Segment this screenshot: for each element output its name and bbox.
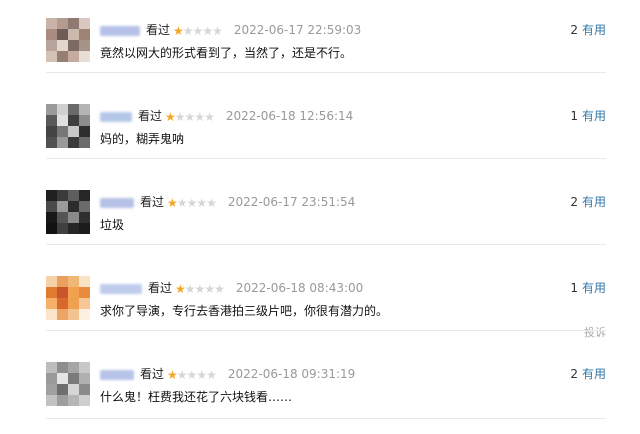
comment-text: 求你了导演，专行去香港拍三级片吧，你很有潜力的。 — [100, 304, 389, 318]
watch-status: 看过 — [146, 23, 171, 37]
star-empty-icon: ★ — [194, 110, 205, 124]
comment-text: 妈的，糊弄鬼呐 — [100, 132, 185, 146]
rating-stars: ★★★★★ — [167, 195, 217, 211]
watch-status: 看过 — [138, 109, 163, 123]
star-empty-icon: ★ — [206, 196, 217, 210]
star-empty-icon: ★ — [192, 24, 204, 38]
star-empty-icon: ★ — [196, 368, 207, 382]
vote-area: 2 有用 — [570, 22, 606, 38]
comment-text: 垃圾 — [100, 218, 125, 232]
comment-time: 2022-06-18 09:31:19 — [227, 367, 356, 381]
avatar[interactable] — [46, 362, 90, 406]
star-empty-icon: ★ — [194, 282, 206, 296]
comment-item: 看过 ★★★★★ 2022-06-18 12:56:14 1 有用 妈的，糊弄鬼呐 — [0, 90, 640, 176]
star-empty-icon: ★ — [186, 368, 198, 382]
vote-area: 2 有用 — [570, 366, 606, 382]
star-filled-icon: ★ — [167, 196, 178, 210]
vote-count: 2 — [570, 195, 578, 209]
star-empty-icon: ★ — [182, 24, 194, 38]
star-empty-icon: ★ — [214, 282, 225, 296]
vote-count: 1 — [570, 109, 578, 123]
username-link[interactable] — [100, 197, 134, 208]
star-empty-icon: ★ — [184, 110, 196, 124]
watch-status: 看过 — [140, 367, 165, 381]
vote-area: 1 有用 — [570, 280, 606, 296]
star-filled-icon: ★ — [173, 24, 184, 38]
comment-time: 2022-06-18 08:43:00 — [235, 281, 364, 295]
comment-item: 看过 ★★★★★ 2022-06-17 23:51:54 2 有用 垃圾 — [0, 176, 640, 262]
vote-area: 1 有用 — [570, 108, 606, 124]
avatar[interactable] — [46, 104, 90, 148]
username-link[interactable] — [100, 25, 140, 36]
comment-meta: 看过 ★★★★★ 2022-06-17 23:51:54 — [100, 194, 355, 210]
comment-text: 竟然以网大的形式看到了，当然了，还是不行。 — [100, 46, 353, 60]
comment-divider — [46, 330, 606, 331]
comment-time: 2022-06-17 22:59:03 — [233, 23, 362, 37]
comment-meta: 看过 ★★★★★ 2022-06-18 12:56:14 — [100, 108, 353, 124]
username-link[interactable] — [100, 111, 132, 122]
watch-status: 看过 — [148, 281, 173, 295]
rating-stars: ★★★★★ — [173, 23, 223, 39]
watch-status: 看过 — [140, 195, 165, 209]
star-filled-icon: ★ — [165, 110, 176, 124]
star-empty-icon: ★ — [204, 110, 215, 124]
comment-divider — [46, 244, 606, 245]
rating-stars: ★★★★★ — [165, 109, 215, 125]
star-empty-icon: ★ — [212, 24, 223, 38]
rating-stars: ★★★★★ — [175, 281, 225, 297]
comment-divider — [46, 72, 606, 73]
report-button[interactable]: 投诉 — [584, 324, 606, 340]
useful-button[interactable]: 有用 — [582, 195, 606, 209]
comment-item: 看过 ★★★★★ 2022-06-18 09:31:19 2 有用 什么鬼！枉费我还花了六… — [0, 348, 640, 434]
vote-count: 2 — [570, 23, 578, 37]
vote-count: 2 — [570, 367, 578, 381]
avatar[interactable] — [46, 276, 90, 320]
star-empty-icon: ★ — [196, 196, 207, 210]
star-empty-icon: ★ — [176, 196, 188, 210]
star-empty-icon: ★ — [206, 368, 217, 382]
star-empty-icon: ★ — [204, 282, 215, 296]
comment-time: 2022-06-18 12:56:14 — [225, 109, 354, 123]
comment-divider — [46, 418, 606, 419]
star-empty-icon: ★ — [202, 24, 213, 38]
username-link[interactable] — [100, 369, 134, 380]
comment-item: 看过 ★★★★★ 2022-06-17 22:59:03 2 有用 竟然以网大的形式看到了… — [0, 4, 640, 90]
comment-meta: 看过 ★★★★★ 2022-06-18 08:43:00 — [100, 280, 363, 296]
star-empty-icon: ★ — [174, 110, 186, 124]
useful-button[interactable]: 有用 — [582, 23, 606, 37]
comment-text: 什么鬼！枉费我还花了六块钱看…… — [100, 390, 293, 404]
vote-area: 2 有用 — [570, 194, 606, 210]
username-link[interactable] — [100, 283, 142, 294]
star-empty-icon: ★ — [176, 368, 188, 382]
comment-divider — [46, 158, 606, 159]
avatar[interactable] — [46, 18, 90, 62]
star-empty-icon: ★ — [184, 282, 196, 296]
comment-item: 看过 ★★★★★ 2022-06-18 08:43:00 1 有用 求你了导演，专行去香港… — [0, 262, 640, 348]
comment-meta: 看过 ★★★★★ 2022-06-17 22:59:03 — [100, 22, 361, 38]
useful-button[interactable]: 有用 — [582, 281, 606, 295]
useful-button[interactable]: 有用 — [582, 367, 606, 381]
avatar[interactable] — [46, 190, 90, 234]
star-empty-icon: ★ — [186, 196, 198, 210]
vote-count: 1 — [570, 281, 578, 295]
rating-stars: ★★★★★ — [167, 367, 217, 383]
comment-list: 看过 ★★★★★ 2022-06-17 22:59:03 2 有用 竟然以网大的形式看到了… — [0, 0, 640, 423]
useful-button[interactable]: 有用 — [582, 109, 606, 123]
comment-meta: 看过 ★★★★★ 2022-06-18 09:31:19 — [100, 366, 355, 382]
star-filled-icon: ★ — [167, 368, 178, 382]
comment-time: 2022-06-17 23:51:54 — [227, 195, 356, 209]
star-filled-icon: ★ — [175, 282, 186, 296]
